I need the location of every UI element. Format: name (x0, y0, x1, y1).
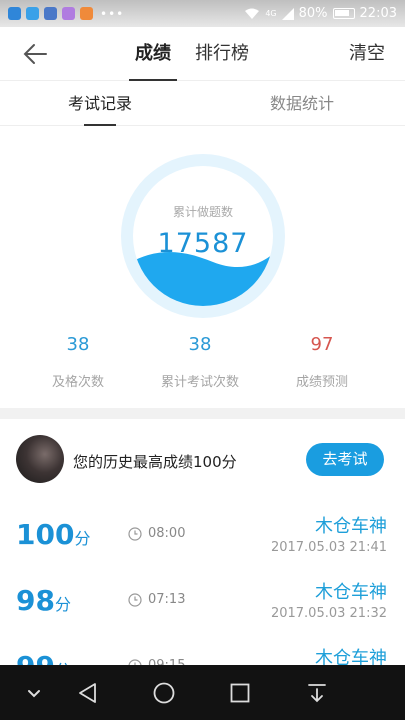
back-arrow-icon[interactable] (22, 41, 48, 67)
message-notification-icon (26, 7, 39, 20)
score-unit: 分 (54, 595, 71, 614)
more-notifications-icon: ••• (100, 6, 125, 21)
tab-exam-records[interactable]: 考试记录 (68, 81, 132, 126)
tab-score[interactable]: 成绩 (129, 27, 177, 81)
gauge-inner: 累计做题数 17587 (133, 166, 273, 306)
best-score-text: 您的历史最高成绩100分 (73, 453, 237, 471)
record-user-name: 木仓车神 (315, 582, 387, 603)
record-score: 100分 (16, 518, 90, 551)
sub-tabs: 考试记录 数据统计 (0, 81, 405, 126)
status-bar: ••• 4G 80% 22:03 (0, 0, 405, 27)
score-value: 100 (16, 518, 75, 551)
notification-icons: ••• (8, 7, 124, 21)
stat-label: 累计考试次数 (160, 375, 239, 390)
question-count-gauge: 累计做题数 17587 (121, 154, 285, 318)
battery-percent: 80% (298, 6, 328, 21)
section-divider (0, 408, 405, 419)
wifi-icon (245, 8, 260, 19)
tab-ranking[interactable]: 排行榜 (195, 27, 249, 81)
record-row[interactable]: 98分 07:13 木仓车神 2017.05.03 21:32 (0, 582, 405, 650)
clock-icon (128, 526, 142, 541)
gauge-label: 累计做题数 (172, 205, 233, 219)
record-date: 2017.05.03 21:32 (270, 606, 387, 621)
score-unit: 分 (74, 529, 91, 548)
system-nav-bar (0, 665, 405, 720)
main-tabs: 成绩 排行榜 (129, 27, 249, 81)
stat-label: 成绩预测 (295, 375, 348, 390)
duration-text: 07:13 (148, 592, 186, 607)
back-triangle-icon[interactable] (76, 681, 100, 705)
avatar (16, 435, 64, 483)
record-score: 98分 (16, 584, 71, 617)
stat-score-prediction: 97 成绩预测 (272, 333, 372, 390)
score-value: 98 (16, 584, 55, 617)
clock-icon (128, 592, 142, 607)
record-date: 2017.05.03 21:41 (270, 540, 387, 555)
gauge-value: 17587 (157, 228, 249, 259)
duration-text: 08:00 (148, 526, 186, 541)
clock-time: 22:03 (359, 6, 397, 21)
notification-pulldown-icon[interactable] (305, 681, 329, 705)
battery-icon (332, 8, 355, 19)
stat-value: 97 (310, 334, 334, 355)
header: 成绩 排行榜 清空 (0, 27, 405, 81)
signal-icon (281, 7, 294, 20)
chevron-down-icon[interactable] (22, 681, 46, 705)
music-notification-icon (80, 7, 93, 20)
stat-pass-count: 38 及格次数 (28, 333, 128, 390)
stat-exam-count: 38 累计考试次数 (150, 333, 250, 390)
stat-value: 38 (66, 334, 90, 355)
take-exam-button[interactable]: 去考试 (306, 443, 384, 476)
record-duration: 07:13 (128, 592, 185, 607)
tab-data-statistics[interactable]: 数据统计 (270, 81, 334, 126)
network-type: 4G (265, 9, 277, 18)
home-circle-icon[interactable] (152, 681, 176, 705)
record-row[interactable]: 100分 08:00 木仓车神 2017.05.03 21:41 (0, 516, 405, 584)
recents-square-icon[interactable] (228, 681, 252, 705)
record-user-name: 木仓车神 (315, 516, 387, 537)
stat-label: 及格次数 (51, 375, 104, 390)
clear-button[interactable]: 清空 (349, 27, 385, 81)
record-duration: 08:00 (128, 526, 185, 541)
app-notification-icon (8, 7, 21, 20)
bus-notification-icon (44, 7, 57, 20)
gallery-notification-icon (62, 7, 75, 20)
stat-value: 38 (188, 334, 212, 355)
